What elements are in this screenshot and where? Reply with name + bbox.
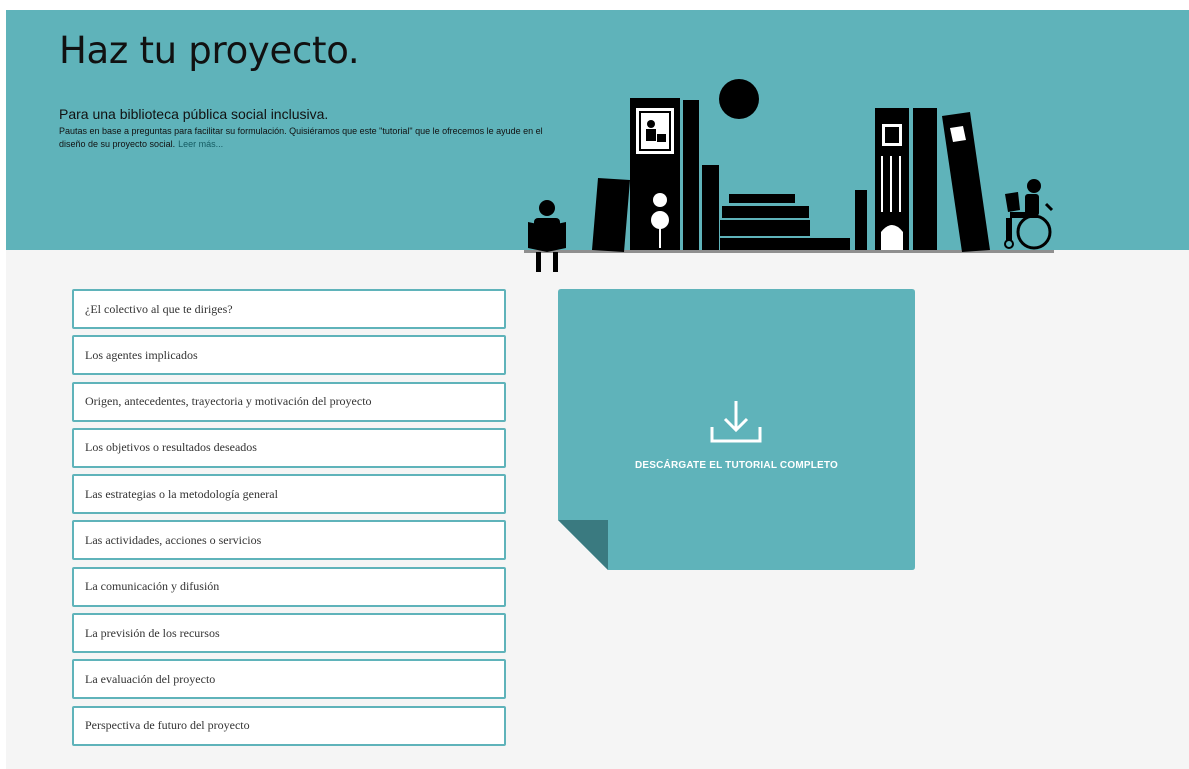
download-tutorial-button[interactable]: DESCÁRGATE EL TUTORIAL COMPLETO <box>558 289 915 570</box>
tower-book <box>875 108 909 250</box>
reading-person-figure <box>528 200 566 272</box>
sun-circle <box>719 79 759 119</box>
topic-item-colectivo[interactable]: ¿El colectivo al que te diriges? <box>72 289 506 329</box>
page-title: Haz tu proyecto. <box>59 29 360 72</box>
topic-item-origen[interactable]: Origen, antecedentes, trayectoria y moti… <box>72 381 506 422</box>
download-label: DESCÁRGATE EL TUTORIAL COMPLETO <box>634 460 839 471</box>
hero-subtitle: Para una biblioteca pública social inclu… <box>59 106 329 122</box>
hero-description-text: Pautas en base a preguntas para facilita… <box>59 126 543 149</box>
stacked-books <box>720 194 850 250</box>
topic-item-estrategias[interactable]: Las estrategias o la metodología general <box>72 474 506 515</box>
folded-corner <box>558 520 608 570</box>
topic-item-recursos[interactable]: La previsión de los recursos <box>72 613 506 654</box>
topic-item-evaluacion[interactable]: La evaluación del proyecto <box>72 659 506 700</box>
topic-item-comunicacion[interactable]: La comunicación y difusión <box>72 566 506 607</box>
topics-list: ¿El colectivo al que te diriges? Los age… <box>72 289 506 752</box>
topic-item-agentes[interactable]: Los agentes implicados <box>72 335 506 376</box>
book-shape <box>913 108 937 250</box>
download-icon <box>710 401 762 443</box>
book-shape <box>942 112 990 252</box>
book-with-reader-image <box>630 98 680 250</box>
book-shape <box>855 190 867 250</box>
topic-item-actividades[interactable]: Las actividades, acciones o servicios <box>72 520 506 561</box>
topic-item-objetivos[interactable]: Los objetivos o resultados deseados <box>72 427 506 468</box>
wheelchair-reader-figure <box>1004 179 1054 250</box>
library-illustration <box>524 79 1054 272</box>
topic-item-futuro[interactable]: Perspectiva de futuro del proyecto <box>72 705 506 746</box>
hero-description: Pautas en base a preguntas para facilita… <box>59 125 559 151</box>
read-more-link[interactable]: Leer más... <box>178 139 223 149</box>
book-shape <box>592 178 630 252</box>
book-shape <box>702 165 719 250</box>
book-shape <box>683 100 699 250</box>
